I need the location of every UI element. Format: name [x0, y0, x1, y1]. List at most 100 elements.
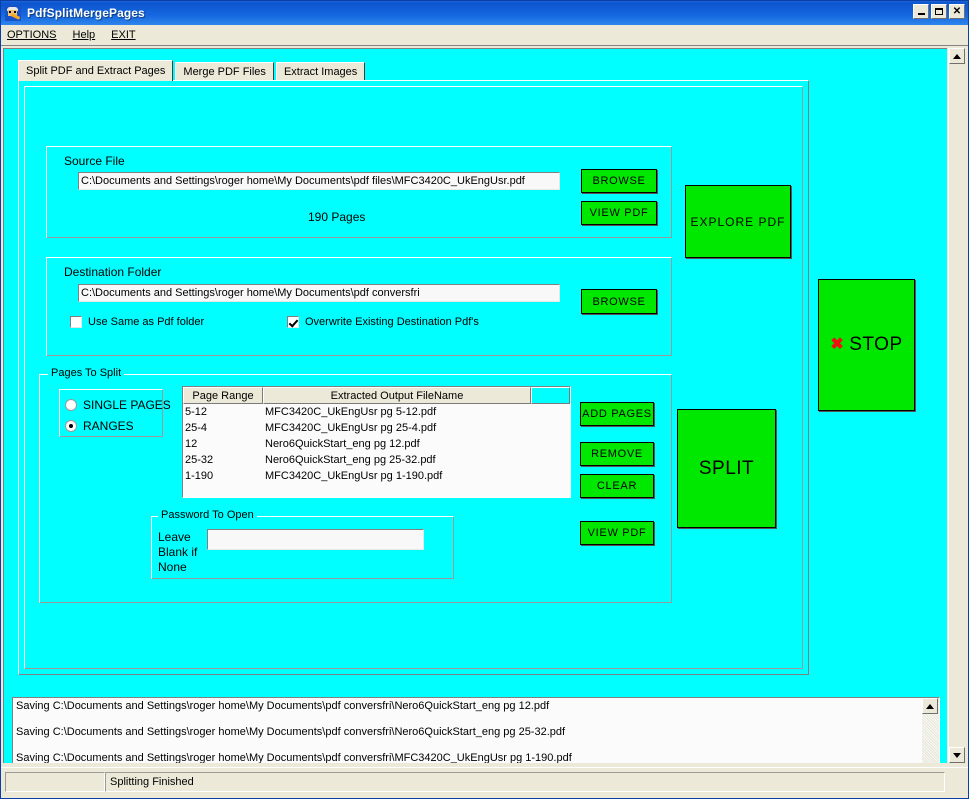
password-hint-line1: Leave [158, 530, 191, 544]
ranges-radio-icon [65, 420, 77, 432]
clear-button[interactable]: CLEAR [580, 474, 654, 498]
close-icon: ✕ [952, 5, 962, 17]
tab-split-pdf-and-extract-pages[interactable]: Split PDF and Extract Pages [18, 60, 174, 81]
log-vertical-scrollbar[interactable] [921, 698, 939, 763]
menu-item-help[interactable]: Help [73, 29, 96, 41]
cell-page-range: 12 [185, 438, 198, 450]
form-scroll-up-button[interactable] [949, 48, 965, 64]
stop-button[interactable]: ✖ STOP [818, 279, 915, 411]
client-area: Split PDF and Extract Pages Merge PDF Fi… [1, 45, 968, 766]
menu-bar: OPTIONS Help EXIT [1, 25, 968, 45]
split-label: SPLIT [698, 457, 755, 479]
form-scroll-down-button[interactable] [949, 747, 965, 763]
ranges-label: RANGES [83, 419, 134, 433]
stop-label: STOP [849, 334, 903, 355]
overwrite-label: Overwrite Existing Destination Pdf's [305, 316, 479, 328]
table-row[interactable]: 1-190 MFC3420C_UkEngUsr pg 1-190.pdf [183, 468, 570, 484]
grid-view-pdf-button[interactable]: VIEW PDF [580, 521, 654, 545]
remove-label: REMOVE [591, 448, 643, 460]
source-file-group: Source File [46, 146, 672, 238]
maximize-button[interactable] [931, 4, 947, 19]
window-controls: ✕ [913, 4, 965, 19]
cell-blank [531, 420, 570, 436]
menu-item-help-label: Help [72, 29, 96, 41]
source-view-pdf-label: VIEW PDF [589, 207, 649, 219]
tab-split-label: Split PDF and Extract Pages [26, 65, 166, 77]
form-canvas: Split PDF and Extract Pages Merge PDF Fi… [3, 48, 947, 763]
password-input[interactable] [207, 529, 424, 550]
password-hint-line3: None [158, 560, 187, 574]
destination-folder-group: Destination Folder [46, 257, 672, 356]
split-button[interactable]: SPLIT [677, 409, 776, 528]
minimize-button[interactable] [913, 4, 929, 19]
use-same-label: Use Same as Pdf folder [88, 316, 205, 328]
add-pages-button[interactable]: ADD PAGES [580, 402, 654, 426]
status-panel-left [5, 772, 105, 792]
cell-output-filename: MFC3420C_UkEngUsr pg 1-190.pdf [265, 470, 443, 482]
cell-blank [531, 468, 570, 484]
cell-page-range: 25-32 [185, 454, 214, 466]
password-to-open-title: Password To Open [158, 509, 257, 521]
log-output-box[interactable]: Saving C:\Documents and Settings\roger h… [12, 697, 940, 763]
menu-item-exit[interactable]: EXIT [111, 29, 135, 41]
triangle-up-icon [926, 703, 934, 709]
radio-ranges[interactable]: RANGES [65, 419, 134, 433]
status-bar: Splitting Finished [1, 767, 968, 798]
single-pages-radio-icon [65, 399, 77, 411]
destination-folder-title: Destination Folder [64, 265, 162, 279]
overwrite-checkbox-icon [287, 316, 299, 328]
cell-page-range: 1-190 [185, 470, 214, 482]
tab-merge-pdf-files[interactable]: Merge PDF Files [175, 62, 274, 81]
cell-blank [531, 452, 570, 468]
grid-view-pdf-label: VIEW PDF [587, 527, 647, 539]
triangle-up-icon [953, 53, 961, 59]
pages-grid-header-blank[interactable] [531, 387, 570, 404]
title-bar: PdfSplitMergePages ✕ [1, 1, 968, 25]
menu-item-exit-label: EXIT [111, 29, 136, 41]
table-row[interactable]: 5-12 MFC3420C_UkEngUsr pg 5-12.pdf [183, 404, 570, 420]
destination-folder-path-input[interactable]: C:\Documents and Settings\roger home\My … [78, 284, 560, 302]
destination-browse-label: BROWSE [592, 295, 646, 308]
menu-item-options[interactable]: OPTIONS [7, 29, 57, 41]
app-icon [5, 5, 21, 21]
table-row[interactable]: 25-32 Nero6QuickStart_eng pg 25-32.pdf [183, 452, 570, 468]
pages-to-split-title: Pages To Split [48, 367, 125, 379]
remove-button[interactable]: REMOVE [580, 442, 654, 466]
cell-output-filename: MFC3420C_UkEngUsr pg 25-4.pdf [265, 422, 437, 434]
tab-extract-images[interactable]: Extract Images [275, 62, 366, 81]
overwrite-existing-pdfs-checkbox[interactable]: Overwrite Existing Destination Pdf's [287, 316, 479, 328]
use-same-checkbox-icon [70, 316, 82, 328]
cell-page-range: 25-4 [185, 422, 208, 434]
single-pages-label: SINGLE PAGES [83, 398, 171, 412]
pages-grid[interactable]: Page Range Extracted Output FileName 5-1… [182, 386, 571, 498]
menu-item-options-label: OPTIONS [7, 29, 57, 41]
source-file-page-count: 190 Pages [308, 210, 366, 224]
source-view-pdf-button[interactable]: VIEW PDF [581, 201, 657, 225]
destination-folder-path-value: C:\Documents and Settings\roger home\My … [81, 287, 420, 299]
tab-extract-label: Extract Images [283, 66, 358, 78]
cell-blank [531, 436, 570, 452]
destination-browse-button[interactable]: BROWSE [581, 289, 657, 314]
source-file-title: Source File [64, 154, 125, 168]
table-row[interactable]: 25-4 MFC3420C_UkEngUsr pg 25-4.pdf [183, 420, 570, 436]
tab-strip: Split PDF and Extract Pages Merge PDF Fi… [18, 60, 367, 81]
password-hint-line2: Blank if [158, 545, 198, 559]
red-x-icon: ✖ [830, 336, 845, 353]
use-same-as-pdf-folder-checkbox[interactable]: Use Same as Pdf folder [70, 316, 204, 328]
password-hint: Leave Blank if None [158, 530, 197, 575]
source-browse-button[interactable]: BROWSE [581, 169, 657, 193]
close-button[interactable]: ✕ [949, 4, 965, 19]
source-file-path-input[interactable]: C:\Documents and Settings\roger home\My … [78, 172, 560, 190]
source-file-path-value: C:\Documents and Settings\roger home\My … [81, 175, 525, 187]
source-browse-label: BROWSE [592, 175, 646, 187]
pages-grid-header-output-filename[interactable]: Extracted Output FileName [263, 387, 531, 404]
cell-output-filename: MFC3420C_UkEngUsr pg 5-12.pdf [265, 406, 437, 418]
log-scroll-up-button[interactable] [922, 698, 938, 714]
window-title: PdfSplitMergePages [27, 6, 145, 20]
table-row[interactable]: 12 Nero6QuickStart_eng pg 12.pdf [183, 436, 570, 452]
radio-single-pages[interactable]: SINGLE PAGES [65, 398, 171, 412]
explore-pdf-label: EXPLORE PDF [690, 214, 786, 229]
explore-pdf-button[interactable]: EXPLORE PDF [685, 185, 791, 258]
form-vertical-scrollbar[interactable] [948, 48, 966, 763]
pages-grid-header-page-range[interactable]: Page Range [183, 387, 263, 404]
